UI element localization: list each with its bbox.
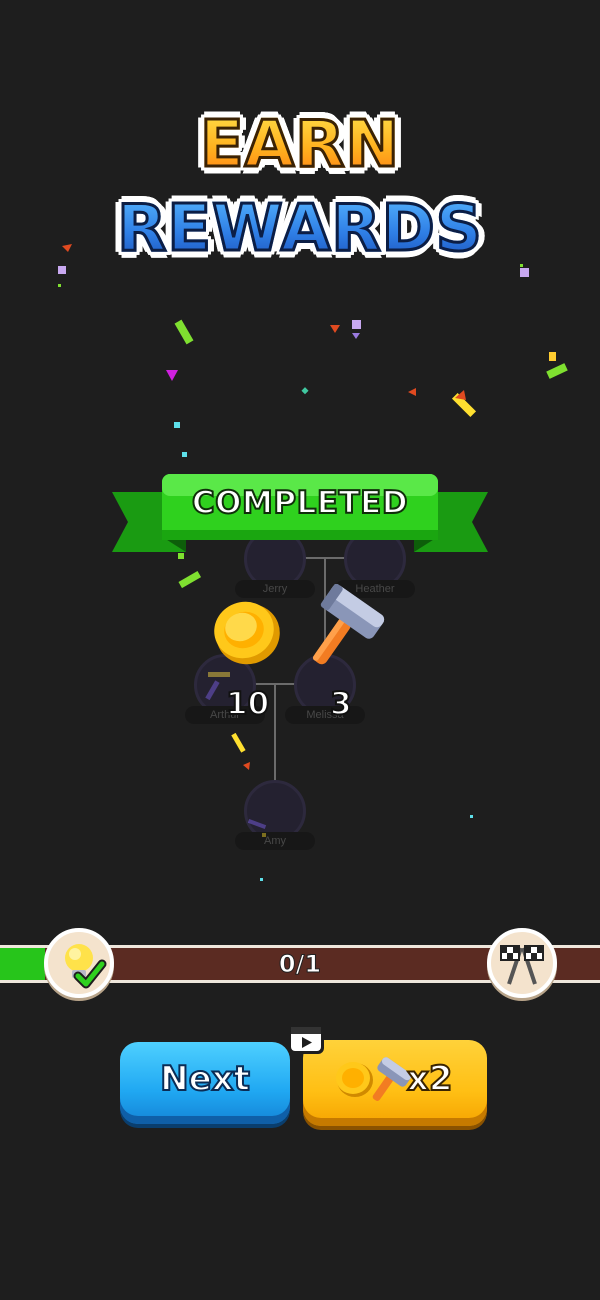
lightbulb-check-icon bbox=[44, 928, 114, 998]
tree-lines bbox=[225, 557, 375, 810]
hammer-icon bbox=[372, 1057, 412, 1101]
progress-text: 0/1 bbox=[278, 950, 322, 979]
tree-node-name: Amy bbox=[235, 832, 315, 850]
reward-screen: EARN REWARDS Jerry Heather Arthur Meliss… bbox=[0, 0, 600, 1300]
hammer-count: 3 bbox=[329, 685, 353, 723]
coin-icon bbox=[214, 601, 280, 665]
completed-label: COMPLETED bbox=[191, 484, 409, 522]
checkered-flags-icon bbox=[487, 928, 557, 998]
video-ad-icon bbox=[288, 1024, 324, 1054]
double-rewards-label: x2 bbox=[406, 1058, 454, 1100]
next-button-label: Next bbox=[159, 1058, 251, 1100]
next-button[interactable]: Next bbox=[120, 1042, 290, 1124]
family-tree: Jerry Heather Arthur Melissa Amy bbox=[0, 0, 600, 900]
double-rewards-button[interactable]: x2 bbox=[303, 1040, 487, 1126]
hammer-icon bbox=[312, 584, 385, 665]
progress-fill bbox=[0, 948, 45, 980]
coin-count: 10 bbox=[225, 685, 270, 723]
tree-node-name: Melissa bbox=[285, 706, 365, 724]
